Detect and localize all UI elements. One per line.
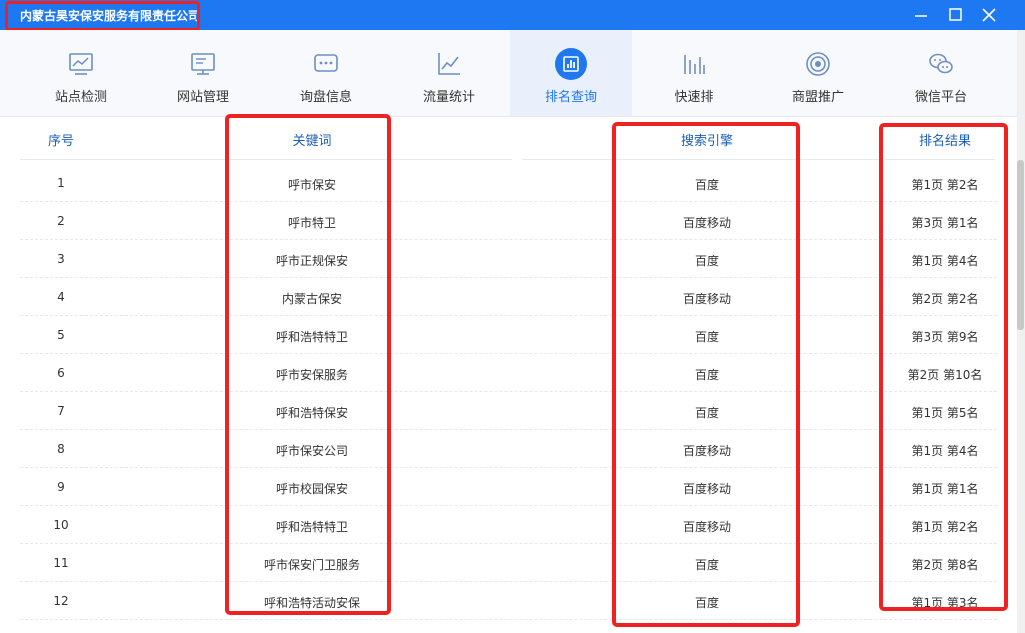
nav-item-inquiry[interactable]: 询盘信息 bbox=[265, 30, 387, 116]
engine-highlight-box bbox=[612, 122, 800, 627]
scrollbar-track[interactable] bbox=[1017, 30, 1025, 633]
cell-no: 7 bbox=[57, 404, 65, 418]
bars-icon bbox=[677, 47, 711, 81]
cell-no: 10 bbox=[53, 518, 69, 532]
table-row: 10 呼和浩特特卫 百度移动 第1页 第2名 bbox=[0, 506, 1017, 544]
nav-item-wechat[interactable]: 微信平台 bbox=[880, 30, 1002, 116]
table-row: 8 呼市保安公司 百度移动 第1页 第4名 bbox=[0, 430, 1017, 468]
cell-no: 12 bbox=[53, 594, 69, 608]
nav-label: 网站管理 bbox=[176, 90, 229, 105]
minimize-button[interactable] bbox=[910, 5, 932, 25]
table-row: 12 呼和浩特活动安保 百度 第1页 第3名 bbox=[0, 582, 1017, 620]
title-highlight-box bbox=[5, 1, 200, 31]
cell-no: 1 bbox=[57, 176, 65, 190]
close-icon bbox=[982, 8, 996, 22]
nav-item-rank-query[interactable]: 排名查询 bbox=[510, 30, 632, 116]
table-row: 6 呼市安保服务 百度 第2页 第10名 bbox=[0, 354, 1017, 392]
line-chart-icon bbox=[432, 47, 466, 81]
desktop-icon bbox=[186, 47, 220, 81]
nav-label: 流量统计 bbox=[422, 90, 475, 105]
maximize-icon bbox=[949, 8, 962, 21]
cell-no: 11 bbox=[53, 556, 69, 570]
nav-item-traffic-stats[interactable]: 流量统计 bbox=[388, 30, 510, 116]
close-button[interactable] bbox=[978, 5, 1000, 25]
nav-item-quick-rank[interactable]: 快速排 bbox=[633, 30, 755, 116]
row-divider bbox=[20, 619, 997, 620]
cell-no: 2 bbox=[57, 214, 65, 228]
nav-label: 快速排 bbox=[674, 90, 714, 105]
table-row: 5 呼和浩特特卫 百度 第3页 第9名 bbox=[0, 316, 1017, 354]
column-header-no: 序号 bbox=[47, 134, 74, 149]
table-row: 9 呼市校园保安 百度移动 第1页 第1名 bbox=[0, 468, 1017, 506]
minimize-icon bbox=[915, 15, 927, 17]
cell-no: 5 bbox=[57, 328, 65, 342]
wechat-icon bbox=[924, 47, 958, 81]
nav-item-alliance-promo[interactable]: 商盟推广 bbox=[757, 30, 879, 116]
nav-item-site-check[interactable]: 站点检测 bbox=[20, 30, 142, 116]
bar-chart-icon bbox=[554, 47, 588, 81]
nav-label: 商盟推广 bbox=[791, 90, 844, 105]
table-row: 11 呼市保安门卫服务 百度 第2页 第8名 bbox=[0, 544, 1017, 582]
chat-dots-icon bbox=[309, 47, 343, 81]
nav-bar: 站点检测 网站管理 询盘信息 流量统计 排名查询 快速排 商盟推广 微信平台 bbox=[0, 30, 1017, 117]
table-row: 2 呼市特卫 百度移动 第3页 第1名 bbox=[0, 202, 1017, 240]
cell-no: 8 bbox=[57, 442, 65, 456]
maximize-button[interactable] bbox=[944, 5, 966, 25]
nav-label: 排名查询 bbox=[544, 90, 597, 105]
target-icon bbox=[801, 47, 835, 81]
table-row: 4 内蒙古保安 百度移动 第2页 第2名 bbox=[0, 278, 1017, 316]
header-underline bbox=[20, 159, 102, 160]
cell-no: 9 bbox=[57, 480, 65, 494]
nav-label: 询盘信息 bbox=[299, 90, 352, 105]
nav-item-website-manage[interactable]: 网站管理 bbox=[142, 30, 264, 116]
cell-no: 6 bbox=[57, 366, 65, 380]
keyword-highlight-box bbox=[225, 114, 391, 615]
cell-no: 4 bbox=[57, 290, 65, 304]
scrollbar-thumb[interactable] bbox=[1017, 160, 1024, 330]
monitor-chart-icon bbox=[64, 47, 98, 81]
nav-label: 站点检测 bbox=[54, 90, 107, 105]
table-row: 7 呼和浩特保安 百度 第1页 第5名 bbox=[0, 392, 1017, 430]
table-row: 1 呼市保安 百度 第1页 第2名 bbox=[0, 164, 1017, 202]
table-header: 序号 关键词 搜索引擎 排名结果 bbox=[0, 116, 1017, 160]
nav-label: 微信平台 bbox=[914, 90, 967, 105]
cell-no: 3 bbox=[57, 252, 65, 266]
table-row: 3 呼市正规保安 百度 第1页 第4名 bbox=[0, 240, 1017, 278]
rank-highlight-box bbox=[879, 123, 1008, 611]
